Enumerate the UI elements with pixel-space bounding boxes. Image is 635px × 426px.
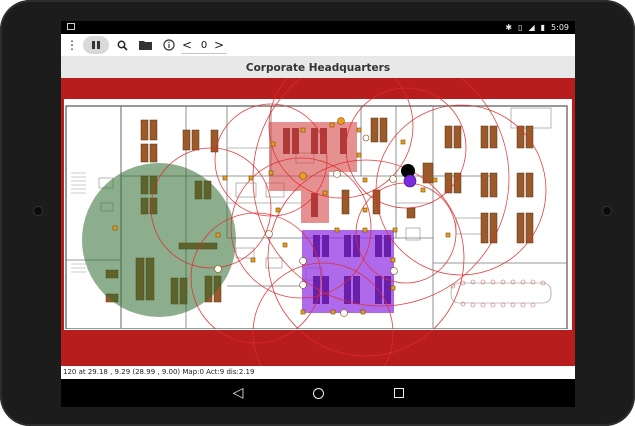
pause-button[interactable] [83, 36, 109, 54]
toolbar: ⋮ < 0 > [61, 34, 575, 57]
previous-button[interactable]: < [181, 37, 193, 53]
back-button[interactable]: ◁ [226, 383, 250, 403]
floor-plan-map[interactable] [61, 78, 575, 368]
next-button[interactable]: > [213, 37, 225, 53]
android-nav-bar: ◁ [61, 379, 575, 407]
front-camera [34, 207, 42, 215]
battery-icon: ▮ [540, 23, 546, 32]
front-sensor [603, 207, 611, 215]
folder-icon[interactable] [137, 37, 153, 53]
info-icon[interactable] [161, 37, 177, 53]
device-screen: ✱ ▯ ◢ ▮ 5:09 ⋮ < 0 > Corporate Headquart… [61, 21, 575, 407]
status-footer: 120 at 29.18 , 9.29 (28.99 , 9.00) Map:0… [61, 366, 575, 379]
pause-icon [92, 41, 100, 49]
page-title: Corporate Headquarters [61, 57, 575, 78]
notification-icon [67, 23, 75, 30]
counter-underline [181, 53, 227, 54]
status-time: 5:09 [551, 23, 569, 32]
home-button[interactable] [306, 383, 330, 403]
recent-apps-icon [394, 388, 404, 398]
vibrate-icon: ▯ [518, 23, 523, 32]
estimated-position-marker[interactable] [403, 174, 417, 188]
search-icon[interactable] [115, 37, 129, 53]
zone-green[interactable] [82, 163, 236, 317]
status-bar: ✱ ▯ ◢ ▮ 5:09 [61, 21, 575, 34]
tablet-frame: ✱ ▯ ◢ ▮ 5:09 ⋮ < 0 > Corporate Headquart… [0, 0, 635, 426]
floor-map-panel[interactable] [61, 78, 575, 368]
more-vert-icon[interactable]: ⋮ [65, 37, 79, 53]
home-icon [312, 387, 324, 399]
signal-icon: ◢ [528, 23, 535, 32]
recent-apps-button[interactable] [387, 383, 411, 403]
floor-counter[interactable]: 0 [197, 37, 211, 53]
beacon-orange[interactable] [337, 117, 345, 125]
bluetooth-icon: ✱ [505, 23, 513, 32]
